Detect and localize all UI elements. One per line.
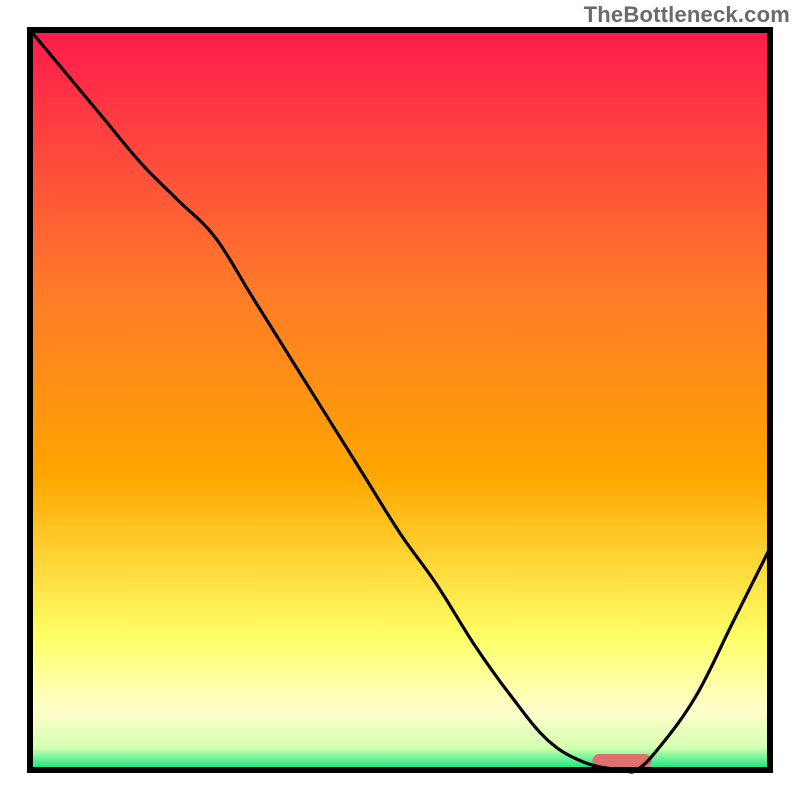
chart-container: TheBottleneck.com bbox=[0, 0, 800, 800]
bottleneck-chart bbox=[0, 0, 800, 800]
gradient-background bbox=[30, 30, 770, 770]
plot-area bbox=[30, 30, 770, 772]
